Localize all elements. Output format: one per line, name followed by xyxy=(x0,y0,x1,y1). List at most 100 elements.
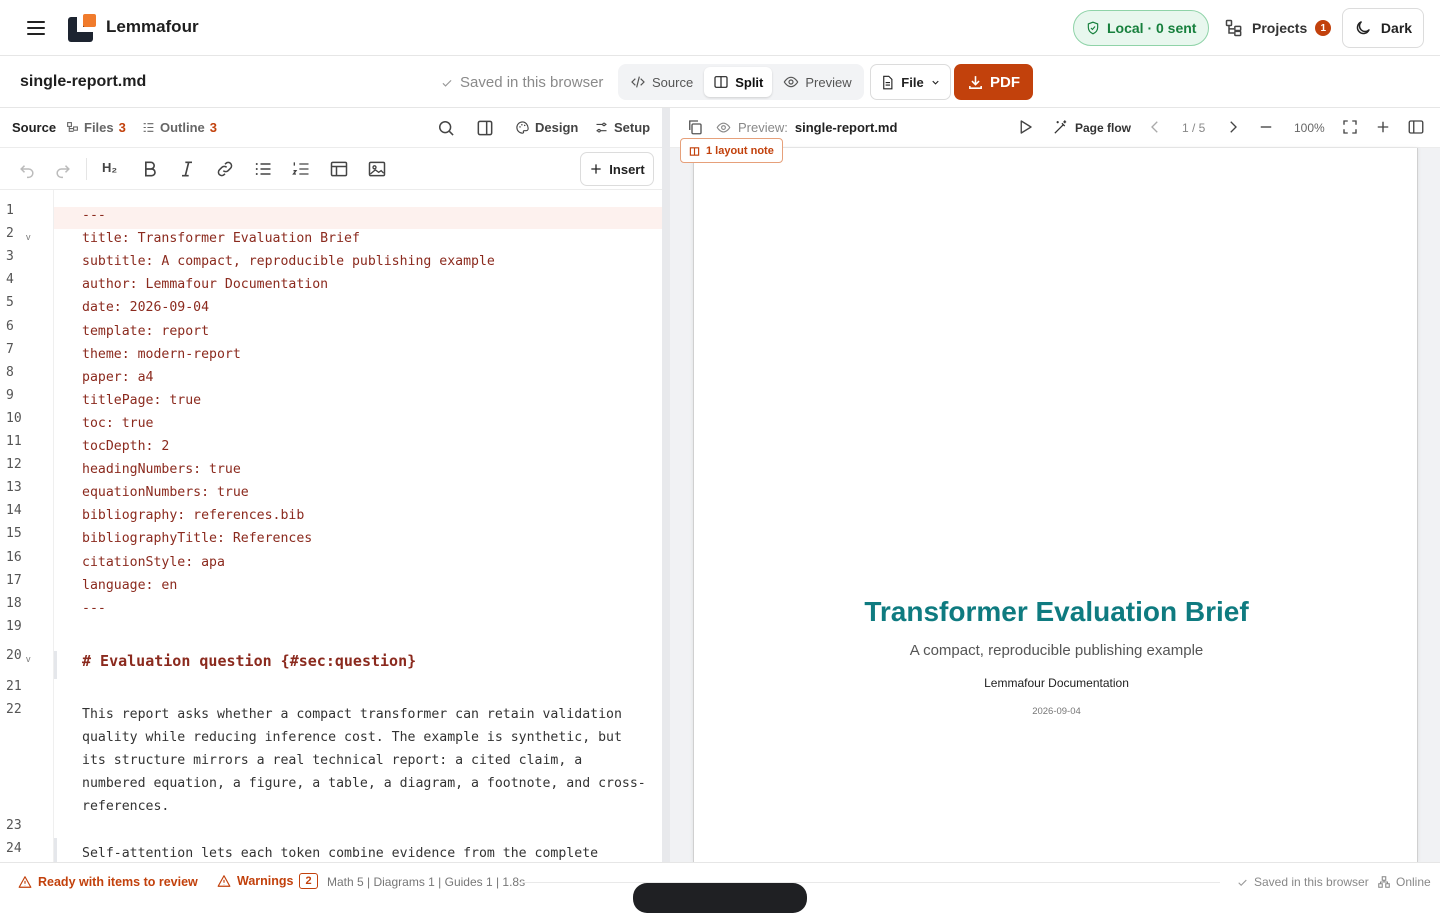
bullet-list-icon[interactable] xyxy=(253,159,273,179)
fold-toggle-icon[interactable]: v xyxy=(26,654,31,664)
search-icon[interactable] xyxy=(436,118,456,138)
code-line: equationNumbers: true xyxy=(82,485,249,501)
line-number: 4 xyxy=(6,272,14,288)
code-line: date: 2026-09-04 xyxy=(82,300,210,316)
document-icon xyxy=(880,75,895,90)
heading-marker xyxy=(54,651,57,679)
code-editor[interactable]: 1 --- 2 v title: Transformer Evaluation Brie… xyxy=(0,190,662,862)
view-source-button[interactable]: Source xyxy=(621,67,702,97)
projects-button[interactable]: Projects 1 xyxy=(1220,12,1335,44)
image-icon[interactable] xyxy=(367,159,387,179)
previous-page-icon[interactable] xyxy=(1146,118,1166,138)
layout-note-badge[interactable]: 1 layout note xyxy=(680,138,783,163)
tab-outline-label: Outline xyxy=(160,120,205,135)
insert-label: Insert xyxy=(609,161,645,177)
outline-count: 3 xyxy=(209,120,218,135)
status-saved: Saved in this browser xyxy=(1236,875,1369,889)
tab-files[interactable]: Files 3 xyxy=(66,120,126,135)
source-pane-tabs: Source Files 3 Outline 3 Design Setup xyxy=(0,108,662,148)
code-line: theme: modern-report xyxy=(82,346,241,362)
line-number: 21 xyxy=(6,679,22,694)
document-title: Transformer Evaluation Brief xyxy=(864,596,1249,627)
build-stats: Math 5 | Diagrams 1 | Guides 1 | 1.8s xyxy=(327,875,526,889)
design-button[interactable]: Design xyxy=(515,120,578,135)
local-status-pill[interactable]: Local · 0 sent xyxy=(1073,10,1210,46)
line-number: 19 xyxy=(6,618,22,634)
document-filename[interactable]: single-report.md xyxy=(20,73,146,91)
pane-resize-handle[interactable] xyxy=(662,108,670,862)
line-number: 22 xyxy=(6,702,22,718)
view-mode-switch: Source Split Preview xyxy=(618,64,864,100)
warning-triangle-icon xyxy=(18,875,32,889)
network-icon xyxy=(1377,875,1391,889)
code-line: This report asks whether a compact trans… xyxy=(82,707,646,815)
view-split-button[interactable]: Split xyxy=(704,67,773,97)
undo-icon[interactable] xyxy=(17,159,37,179)
insert-button[interactable]: Insert xyxy=(580,152,654,186)
link-icon[interactable] xyxy=(215,159,235,179)
line-number: 17 xyxy=(6,572,22,588)
document-subtitle: A compact, reproducible publishing examp… xyxy=(909,642,1204,659)
fold-toggle-icon[interactable]: v xyxy=(26,232,31,242)
warning-triangle-icon xyxy=(217,874,231,888)
page-flow-button[interactable]: Page flow xyxy=(1052,119,1131,136)
warnings-count: 2 xyxy=(299,873,318,889)
projects-count-badge: 1 xyxy=(1315,20,1332,36)
line-number: 15 xyxy=(6,526,22,542)
line-number: 13 xyxy=(6,480,22,496)
source-pane: Source Files 3 Outline 3 Design Setup H₂… xyxy=(0,108,662,862)
line-number: 16 xyxy=(6,549,22,565)
fit-screen-icon[interactable] xyxy=(1341,118,1361,138)
moon-icon xyxy=(1354,19,1372,37)
line-number: 5 xyxy=(6,295,14,311)
files-count: 3 xyxy=(118,120,126,135)
code-line: headingNumbers: true xyxy=(82,462,241,478)
preview-pane: Preview: single-report.md Page flow 1 / … xyxy=(670,108,1440,862)
bold-icon[interactable] xyxy=(140,159,160,179)
sidebar-toggle-icon[interactable] xyxy=(1407,118,1427,138)
heading-icon[interactable]: H₂ xyxy=(102,160,122,180)
preview-label: Preview: single-report.md xyxy=(716,120,897,135)
panel-toggle-icon[interactable] xyxy=(475,118,495,138)
outline-icon xyxy=(142,121,155,134)
dark-mode-toggle[interactable]: Dark xyxy=(1342,8,1424,48)
tab-outline[interactable]: Outline 3 xyxy=(142,120,217,135)
table-icon[interactable] xyxy=(329,159,349,179)
export-pdf-button[interactable]: PDF xyxy=(954,64,1033,100)
local-status-label: Local · 0 sent xyxy=(1107,20,1197,36)
document-bar: single-report.md Saved in this browser S… xyxy=(0,56,1440,108)
warnings-button[interactable]: Warnings 2 xyxy=(217,873,318,889)
setup-button[interactable]: Setup xyxy=(594,120,650,135)
file-menu-label: File xyxy=(901,74,924,90)
format-toolbar: H₂ Insert xyxy=(0,148,662,190)
file-menu-button[interactable]: File xyxy=(870,64,951,100)
hamburger-menu-icon[interactable] xyxy=(24,16,48,40)
eye-icon xyxy=(716,120,731,135)
ready-status[interactable]: Ready with items to review xyxy=(18,875,198,889)
zoom-in-icon[interactable] xyxy=(1374,118,1394,138)
numbered-list-icon[interactable] xyxy=(291,159,311,179)
shield-check-icon xyxy=(1086,21,1100,35)
warnings-label: Warnings xyxy=(237,874,294,888)
italic-icon[interactable] xyxy=(177,159,197,179)
tab-source[interactable]: Source xyxy=(12,120,56,135)
page-flow-label: Page flow xyxy=(1075,120,1132,135)
view-preview-button[interactable]: Preview xyxy=(774,67,860,97)
line-number: 1 xyxy=(6,203,14,218)
design-label: Design xyxy=(535,120,579,135)
download-icon xyxy=(967,74,984,91)
redo-icon[interactable] xyxy=(53,159,73,179)
floating-toolbar[interactable] xyxy=(633,883,807,913)
copy-icon[interactable] xyxy=(686,118,706,138)
projects-label: Projects xyxy=(1252,20,1308,36)
view-preview-label: Preview xyxy=(805,74,852,90)
zoom-out-icon[interactable] xyxy=(1257,118,1277,138)
tab-source-label: Source xyxy=(12,120,57,135)
play-icon[interactable] xyxy=(1016,118,1036,138)
next-page-icon[interactable] xyxy=(1224,118,1244,138)
toolbar-divider xyxy=(86,158,87,180)
ready-status-label: Ready with items to review xyxy=(38,875,198,889)
sliders-icon xyxy=(594,120,609,135)
line-number: 3 xyxy=(6,249,14,265)
check-icon xyxy=(1236,876,1249,889)
